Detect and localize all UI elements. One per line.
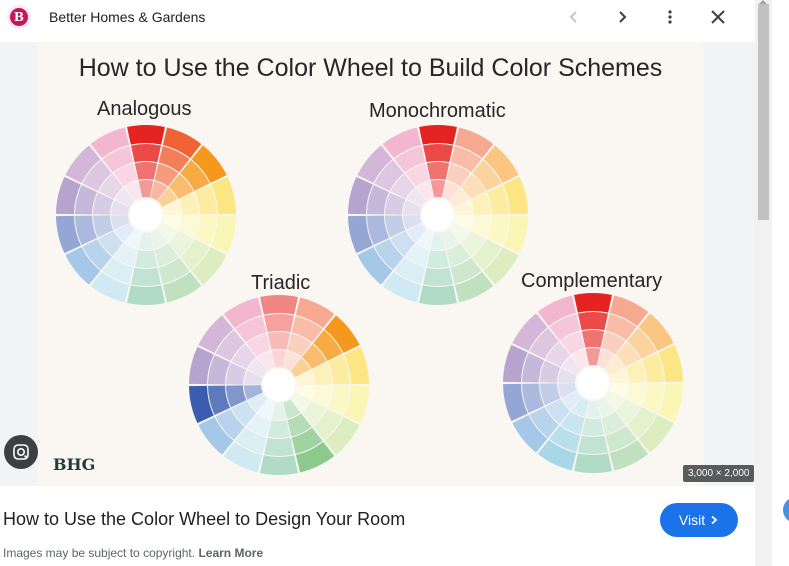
learn-more-link[interactable]: Learn More — [198, 546, 263, 560]
wheel-segment — [426, 162, 450, 180]
wheel-segment — [574, 293, 612, 313]
wheel-label-analogous: Analogous — [97, 98, 192, 120]
wheel-label-monochromatic: Monochromatic — [369, 100, 506, 122]
wheel-segment — [578, 435, 608, 454]
wheel-segment — [131, 144, 161, 163]
source-name[interactable]: Better Homes & Gardens — [49, 9, 205, 25]
wheel-segment — [574, 453, 612, 473]
wheel-center — [577, 367, 609, 399]
wheel-center — [263, 369, 295, 401]
wheel-center — [422, 199, 454, 231]
wheel-segment — [423, 267, 453, 286]
wheel-segment — [264, 437, 294, 456]
image-preview-panel: B Better Homes & Gardens How to Use the … — [0, 0, 755, 566]
color-wheel-monochromatic — [348, 125, 528, 305]
result-title[interactable]: How to Use the Color Wheel to Design You… — [3, 509, 405, 530]
bhg-watermark: BHG — [53, 455, 96, 474]
wheel-segment — [127, 125, 165, 145]
copyright-text: Images may be subject to copyright. — [3, 546, 196, 560]
wheel-segment — [423, 144, 453, 163]
image-dimensions: 3,000 × 2,000 — [683, 465, 755, 482]
preview-header: B Better Homes & Gardens — [0, 0, 755, 42]
close-icon[interactable] — [706, 5, 730, 29]
preview-image[interactable]: How to Use the Color Wheel to Build Colo… — [38, 42, 703, 486]
scrollbar-thumb[interactable] — [758, 4, 769, 220]
wheel-segment — [264, 314, 294, 333]
source-favicon[interactable]: B — [7, 5, 31, 29]
visit-label: Visit — [678, 512, 706, 528]
color-wheel-analogous — [56, 125, 236, 305]
more-vert-icon[interactable] — [658, 5, 682, 29]
chevron-right-icon — [711, 515, 718, 525]
wheel-segment — [260, 455, 298, 475]
wheel-segment — [131, 267, 161, 286]
image-stage: How to Use the Color Wheel to Build Colo… — [0, 42, 755, 486]
copyright-notice: Images may be subject to copyright. Lear… — [3, 546, 263, 560]
color-wheel-triadic — [189, 295, 369, 475]
chevron-right-icon[interactable] — [610, 5, 634, 29]
color-wheel-complementary — [503, 293, 683, 473]
wheel-segment — [581, 330, 605, 348]
wheel-segment — [419, 125, 457, 145]
wheel-segment — [267, 420, 291, 438]
wheel-label-triadic: Triadic — [251, 272, 311, 294]
image-title: How to Use the Color Wheel to Build Colo… — [78, 54, 663, 82]
visit-button[interactable]: Visit — [660, 503, 738, 537]
favicon-letter: B — [10, 8, 28, 26]
google-lens-button[interactable] — [4, 435, 38, 469]
wheel-segment — [578, 312, 608, 331]
wheel-segment — [419, 285, 457, 305]
wheel-segment — [127, 285, 165, 305]
chevron-left-icon[interactable] — [562, 5, 586, 29]
wheel-segment — [581, 418, 605, 436]
wheel-segment — [267, 332, 291, 350]
wheel-segment — [260, 295, 298, 315]
side-panel-handle[interactable] — [783, 497, 789, 523]
wheel-segment — [134, 162, 158, 180]
wheel-segment — [134, 250, 158, 268]
wheel-segment — [426, 250, 450, 268]
wheel-center — [130, 199, 162, 231]
lens-icon — [13, 444, 29, 460]
wheel-label-complementary: Complementary — [521, 270, 663, 292]
